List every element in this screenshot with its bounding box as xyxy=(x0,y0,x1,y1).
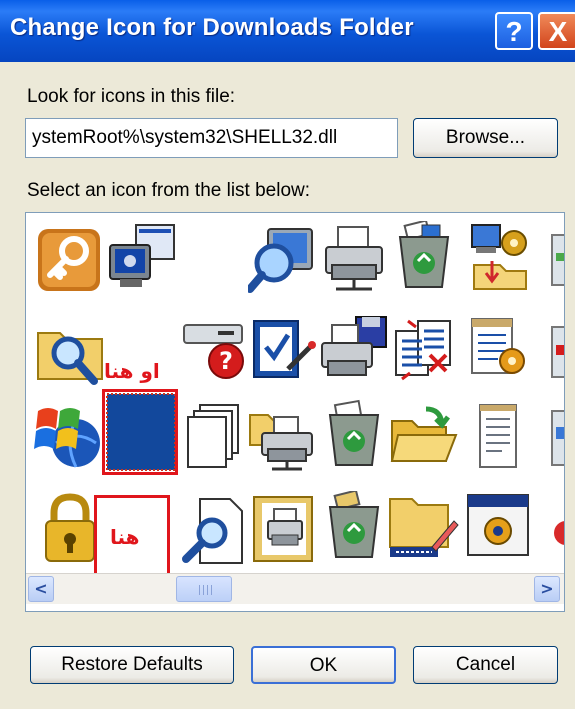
partial-icon-row1[interactable] xyxy=(542,223,564,295)
title-bar[interactable]: Change Icon for Downloads Folder ? X xyxy=(0,0,575,62)
partial-icon-row4[interactable] xyxy=(542,493,564,565)
recycle-bin-closed-icon[interactable] xyxy=(318,489,390,563)
annotation-upper-text: او هنا xyxy=(104,359,160,383)
ok-button[interactable]: OK xyxy=(251,646,396,684)
partial-icon-row3[interactable] xyxy=(542,401,564,473)
window-gear-icon[interactable] xyxy=(462,491,534,563)
display-properties-icon[interactable] xyxy=(106,221,178,293)
cancel-button[interactable]: Cancel xyxy=(413,646,558,684)
copy-document-icon[interactable] xyxy=(388,315,460,387)
help-button[interactable]: ? xyxy=(495,12,533,50)
icon-list-label: Select an icon from the list below: xyxy=(27,180,311,201)
windows-globe-icon[interactable] xyxy=(34,401,106,473)
printer-frame-icon[interactable] xyxy=(248,493,320,565)
search-computer-icon[interactable] xyxy=(246,223,320,295)
recycle-bin-icon[interactable] xyxy=(318,399,390,471)
annotation-lower-text: هنا xyxy=(110,525,140,549)
scroll-left-button[interactable]: < xyxy=(28,576,54,602)
printer-disk-icon[interactable] xyxy=(318,315,390,387)
open-folder-icon[interactable] xyxy=(388,401,460,473)
task-check-icon[interactable] xyxy=(248,315,320,387)
recycle-bin-full-icon[interactable] xyxy=(388,219,460,293)
printer-icon[interactable] xyxy=(318,223,390,295)
horizontal-scrollbar[interactable]: < > xyxy=(26,573,564,604)
scroll-right-button[interactable]: > xyxy=(534,576,560,602)
annotation-upper-box xyxy=(102,389,178,475)
file-label: Look for icons in this file: xyxy=(27,86,236,107)
partial-icon-row2[interactable] xyxy=(542,317,564,389)
icon-list[interactable]: ? او هنا هنا < > xyxy=(25,212,565,612)
stacked-pages-icon[interactable] xyxy=(178,401,250,473)
scroll-thumb[interactable] xyxy=(176,576,232,602)
key-icon[interactable] xyxy=(34,223,106,295)
network-settings-icon[interactable] xyxy=(464,221,536,293)
svg-text:?: ? xyxy=(219,347,233,375)
document-icon[interactable] xyxy=(462,401,534,473)
window-title: Change Icon for Downloads Folder xyxy=(10,14,414,41)
network-printer-icon[interactable] xyxy=(248,401,320,473)
folder-pencil-icon[interactable] xyxy=(388,491,460,563)
restore-defaults-button[interactable]: Restore Defaults xyxy=(30,646,234,684)
icon-file-path-input[interactable]: ystemRoot%\system32\SHELL32.dll xyxy=(25,118,398,158)
notepad-settings-icon[interactable] xyxy=(462,313,534,385)
help-drive-icon[interactable]: ? xyxy=(178,315,250,387)
close-button[interactable]: X xyxy=(538,12,575,50)
search-document-icon[interactable] xyxy=(178,495,250,567)
browse-button[interactable]: Browse... xyxy=(413,118,558,158)
search-folder-icon[interactable] xyxy=(34,317,106,389)
change-icon-dialog: Change Icon for Downloads Folder ? X Loo… xyxy=(0,0,575,709)
